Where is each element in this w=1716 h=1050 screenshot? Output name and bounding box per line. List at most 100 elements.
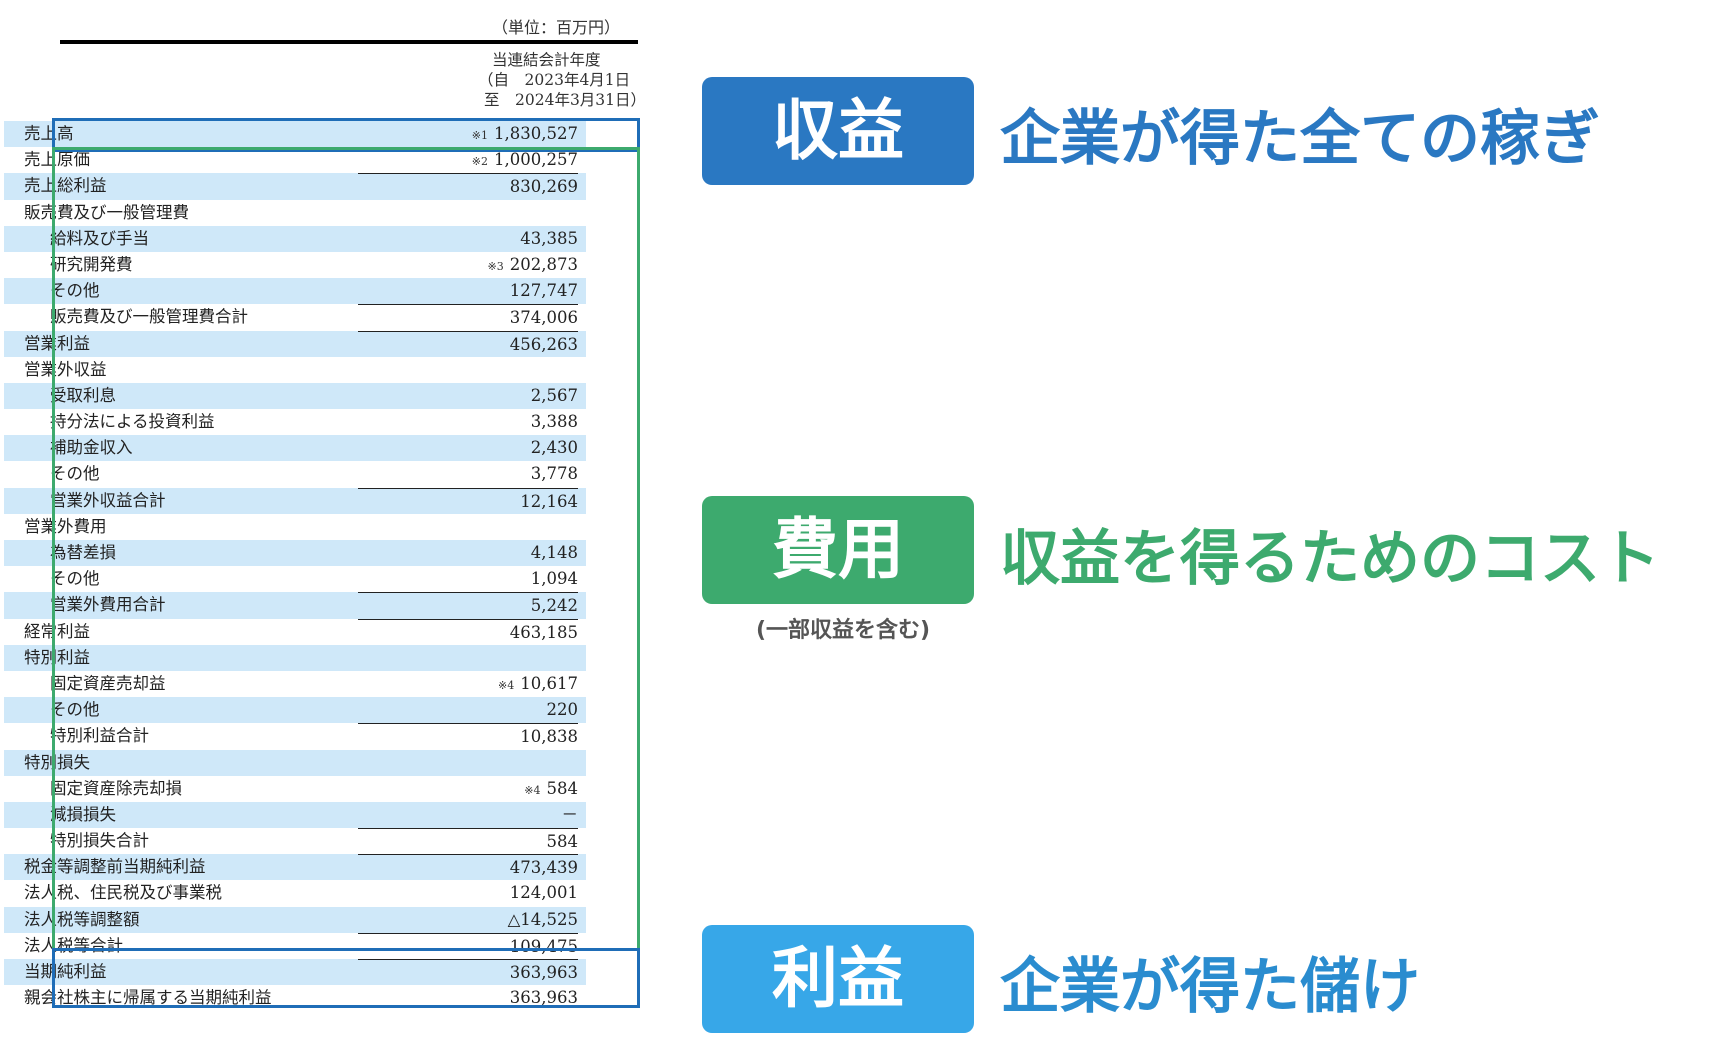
row-label: 当期純利益 xyxy=(24,962,107,981)
row-value-cell: 584 xyxy=(358,828,578,854)
row-value-cell: 43,385 xyxy=(358,226,578,251)
row-label: 売上総利益 xyxy=(24,176,107,196)
row-value: 12,164 xyxy=(520,491,578,511)
row-value: － xyxy=(561,804,579,824)
table-row: 税金等調整前当期純利益 473,439 xyxy=(4,854,586,881)
row-value-cell: 374,006 xyxy=(358,304,578,330)
row-label: 営業外費用合計 xyxy=(50,595,166,615)
row-value: 363,963 xyxy=(509,963,578,982)
row-value: 1,000,257 xyxy=(494,150,578,170)
row-value-cell: 4,148 xyxy=(358,540,578,565)
period-title: 当連結会計年度 xyxy=(492,51,601,69)
row-label: 受取利息 xyxy=(50,385,116,405)
row-value: 5,242 xyxy=(530,596,578,616)
row-label: その他 xyxy=(50,281,100,301)
profit-description: 企業が得た儲け xyxy=(1000,952,1420,1022)
row-label: 経常利益 xyxy=(24,621,90,641)
row-label: その他 xyxy=(50,700,100,720)
row-value: 1,830,527 xyxy=(494,124,578,143)
table-row: その他 127,747 xyxy=(4,278,586,305)
row-value-cell xyxy=(358,357,578,382)
table-row: 特別損失 xyxy=(4,749,586,776)
table-row: 特別利益 xyxy=(4,644,586,671)
row-label: 研究開発費 xyxy=(50,254,133,274)
row-value-cell: 12,164 xyxy=(358,487,578,514)
row-value-cell: 3,388 xyxy=(358,409,578,434)
row-value-cell: 2,567 xyxy=(358,383,578,408)
row-value: 220 xyxy=(546,700,579,720)
row-value-cell: 363,963 xyxy=(358,959,578,985)
row-value: 43,385 xyxy=(520,228,578,248)
table-row: 特別利益合計 10,838 xyxy=(4,723,586,749)
table-row: 営業外収益合計 12,164 xyxy=(4,487,586,514)
row-value-cell: 109,475 xyxy=(358,932,578,959)
row-label: 親会社株主に帰属する当期純利益 xyxy=(24,988,272,1008)
row-value-cell: 1,094 xyxy=(358,566,578,591)
row-value: △14,525 xyxy=(507,909,578,929)
table-row: その他 220 xyxy=(4,697,586,724)
row-value-cell: ※2 1,000,257 xyxy=(358,147,578,172)
row-value-cell xyxy=(358,750,578,775)
row-label: 特別利益合計 xyxy=(50,726,149,746)
row-label: 税金等調整前当期純利益 xyxy=(24,857,206,877)
table-row: 法人税、住民税及び事業税 124,001 xyxy=(4,880,586,906)
row-label: 持分法による投資利益 xyxy=(50,412,215,432)
row-value-cell: ※1 1,830,527 xyxy=(358,121,578,146)
row-label: 補助金収入 xyxy=(50,438,133,458)
table-row: 売上原価 ※2 1,000,257 xyxy=(4,147,586,173)
row-label: 売上高 xyxy=(24,124,74,143)
row-value-cell: 463,185 xyxy=(358,618,578,645)
row-label: 為替差損 xyxy=(50,543,116,562)
row-value: 127,747 xyxy=(509,281,578,301)
row-value: 202,873 xyxy=(509,254,578,274)
row-label: 営業外収益合計 xyxy=(50,490,166,510)
row-label: 特別損失 xyxy=(24,752,90,772)
table-row: 営業外収益 xyxy=(4,357,586,383)
row-value-cell: 830,269 xyxy=(358,173,578,199)
row-label: 販売費及び一般管理費合計 xyxy=(50,307,248,327)
row-value-cell xyxy=(358,200,578,225)
row-label: その他 xyxy=(50,569,100,589)
row-value-cell: ※3 202,873 xyxy=(358,252,578,277)
row-value: 10,838 xyxy=(520,727,578,747)
row-value-cell xyxy=(358,514,578,539)
row-label: 給料及び手当 xyxy=(50,228,149,248)
row-value-cell: 10,838 xyxy=(358,723,578,749)
row-label: 法人税等合計 xyxy=(24,935,123,955)
table-row: 給料及び手当 43,385 xyxy=(4,225,586,252)
row-value-cell: 363,963 xyxy=(358,985,578,1010)
expense-description: 収益を得るためのコスト xyxy=(1000,524,1660,594)
row-label: 営業利益 xyxy=(24,333,90,353)
table-row: 経常利益 463,185 xyxy=(4,618,586,645)
row-note: ※3 xyxy=(487,259,504,273)
table-row: 受取利息 2,567 xyxy=(4,382,586,410)
unit-label: （単位：百万円） xyxy=(492,18,621,37)
row-value-cell: △14,525 xyxy=(358,907,578,932)
row-value: 456,263 xyxy=(509,334,578,354)
row-value-cell: 220 xyxy=(358,697,579,722)
row-value-cell: 124,001 xyxy=(358,880,578,905)
row-value-cell: 2,430 xyxy=(358,435,578,460)
row-value-cell: 456,263 xyxy=(358,330,578,357)
table-row: 為替差損 4,148 xyxy=(4,540,586,567)
table-row: 売上高 ※1 1,830,527 xyxy=(4,121,586,148)
row-value-cell: ※4 584 xyxy=(358,776,578,801)
row-value-cell: 473,439 xyxy=(358,854,578,880)
row-label: 減損損失 xyxy=(50,804,116,824)
row-label: 売上原価 xyxy=(24,150,90,170)
profit-badge: 利益 xyxy=(702,925,974,1033)
row-label: 特別損失合計 xyxy=(50,831,149,851)
table-row: 営業利益 456,263 xyxy=(4,330,586,357)
table-row: 法人税等合計 109,475 xyxy=(4,932,586,959)
row-note: ※4 xyxy=(524,783,541,797)
revenue-badge: 収益 xyxy=(702,77,974,185)
row-label: 販売費及び一般管理費 xyxy=(24,202,189,222)
table-row: 補助金収入 2,430 xyxy=(4,435,586,462)
row-note: ※4 xyxy=(498,678,515,692)
table-row: 売上総利益 830,269 xyxy=(4,173,586,200)
table-row: 減損損失 － xyxy=(4,801,586,829)
table-row: 特別損失合計 584 xyxy=(4,828,586,854)
table-row: 営業外費用合計 5,242 xyxy=(4,592,586,619)
row-value: 2,430 xyxy=(530,438,578,458)
table-row: 法人税等調整額 △14,525 xyxy=(4,906,586,933)
